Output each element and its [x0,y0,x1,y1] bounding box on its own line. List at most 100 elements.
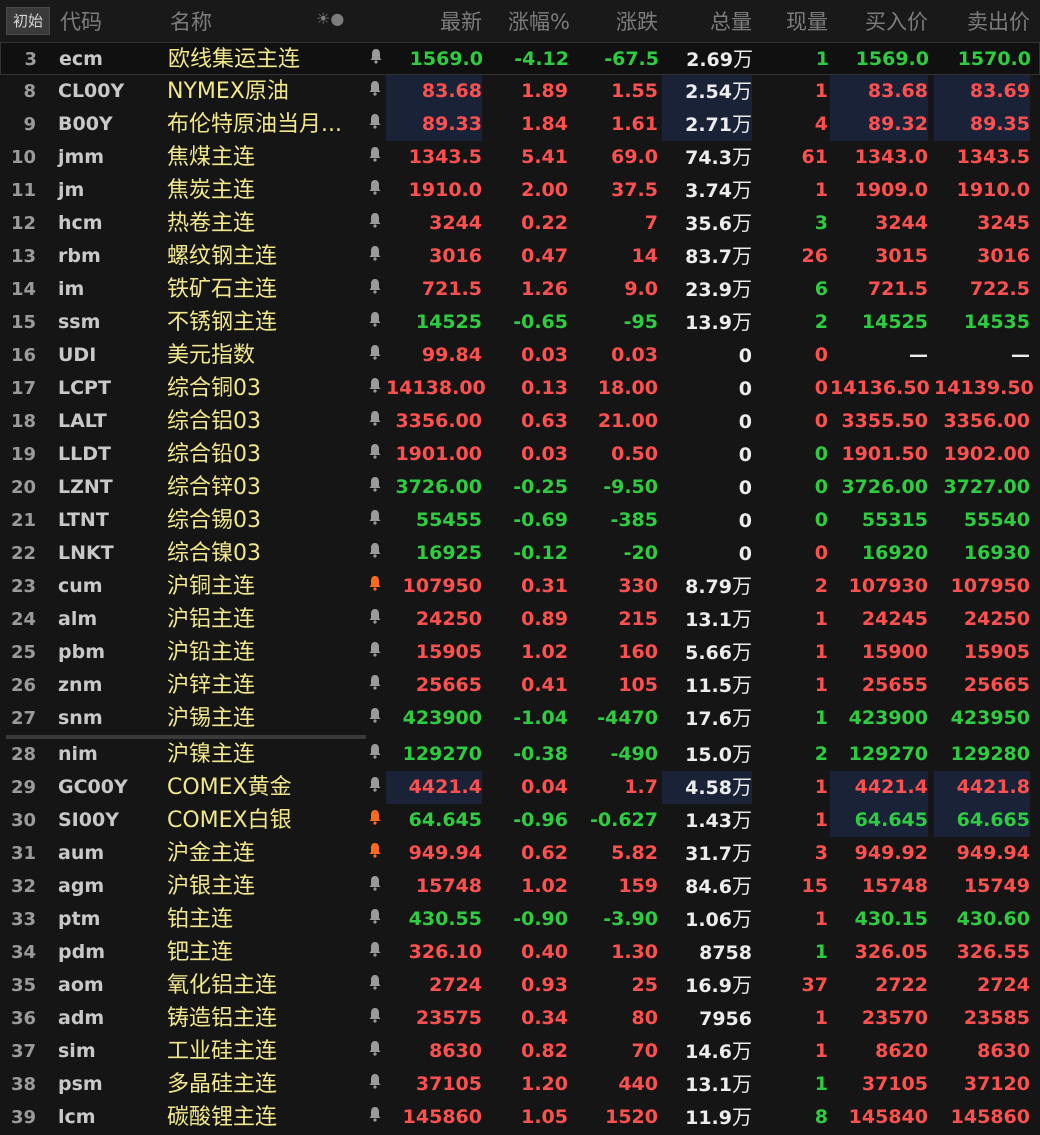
last-price: 3016 [429,245,482,267]
table-row[interactable]: 28 nim 沪镍主连 129270 -0.38 -490 15.0万 2 129270 1292… [0,738,1040,771]
alert-bell-icon[interactable] [366,603,384,636]
table-row[interactable]: 27 snm 沪锡主连 423900 -1.04 -4470 17.6万 1 423900 423… [0,702,1040,735]
alert-bell-icon[interactable] [366,702,384,735]
table-row[interactable]: 10 jmm 焦煤主连 1343.5 5.41 69.0 74.3万 61 1343.0 1343… [0,141,1040,174]
table-row[interactable]: 38 psm 多晶硅主连 37105 1.20 440 13.1万 1 37105 37120 [0,1068,1040,1101]
symbol-code: B00Y [58,113,113,135]
symbol-name: 不锈钢主连 [167,310,278,335]
alert-bell-icon[interactable] [366,936,384,969]
volume-value: 0 [738,378,752,400]
table-row[interactable]: 33 ptm 铂主连 430.55 -0.90 -3.90 1.06万 1 430.15 430.… [0,903,1040,936]
current-volume: 2 [814,743,828,765]
alert-bell-icon[interactable] [367,43,385,76]
table-row[interactable]: 24 alm 沪铝主连 24250 0.89 215 13.1万 1 24245 24250 [0,603,1040,636]
alert-bell-icon[interactable] [366,174,384,207]
volume-unit: 万 [732,244,752,268]
table-row[interactable]: 14 im 铁矿石主连 721.5 1.26 9.0 23.9万 6 721.5 722.5 [0,273,1040,306]
table-row[interactable]: 20 LZNT 综合锌03 3726.00 -0.25 -9.50 0 0 3726.00 372… [0,471,1040,504]
alert-bell-icon[interactable] [366,1068,384,1101]
last-price: 37105 [415,1073,482,1095]
table-row[interactable]: 3 ecm 欧线集运主连 1569.0 -4.12 -67.5 2.69万 1 1569.0 15… [0,42,1040,75]
alert-bell-icon[interactable] [366,1002,384,1035]
table-row[interactable]: 34 pdm 钯主连 326.10 0.40 1.30 8758 1 326.05 326.55 [0,936,1040,969]
total-volume: 3.74万 [662,174,752,207]
total-volume: 23.9万 [662,273,752,306]
alert-bell-icon[interactable] [366,75,384,108]
alert-bell-icon[interactable] [366,438,384,471]
table-row[interactable]: 9 B00Y 布伦特原油当月... 89.33 1.84 1.61 2.71万 4 89.32 8… [0,108,1040,141]
total-volume: 0 [662,372,752,405]
header-chg[interactable]: 涨跌 [570,6,658,36]
alert-bell-icon[interactable] [366,471,384,504]
volume-value: 83.7 [685,246,732,268]
alert-bell-icon[interactable] [366,405,384,438]
reset-button[interactable]: 初始 [6,7,50,35]
last-price: 423900 [402,707,482,729]
table-row[interactable]: 35 aom 氧化铝主连 2724 0.93 25 16.9万 37 2722 2724 [0,969,1040,1002]
table-row[interactable]: 13 rbm 螺纹钢主连 3016 0.47 14 83.7万 26 3015 3016 [0,240,1040,273]
alert-bell-icon[interactable] [366,870,384,903]
table-row[interactable]: 37 sim 工业硅主连 8630 0.82 70 14.6万 1 8620 8630 [0,1035,1040,1068]
table-row[interactable]: 17 LCPT 综合铜03 14138.00 0.13 18.00 0 0 14136.50 14… [0,372,1040,405]
alert-bell-icon[interactable] [366,273,384,306]
header-now[interactable]: 现量 [760,6,828,36]
table-row[interactable]: 21 LTNT 综合锡03 55455 -0.69 -385 0 0 55315 55540 [0,504,1040,537]
table-row[interactable]: 23 cum 沪铜主连 107950 0.31 330 8.79万 2 107930 107950 [0,570,1040,603]
header-ask[interactable]: 卖出价 [934,6,1030,36]
symbol-name: COMEX白银 [167,808,292,833]
alert-bell-icon[interactable] [366,804,384,837]
alert-bell-icon[interactable] [366,969,384,1002]
table-row[interactable]: 12 hcm 热卷主连 3244 0.22 7 35.6万 3 3244 3245 [0,207,1040,240]
row-index: 38 [10,1074,36,1095]
table-row[interactable]: 18 LALT 综合铝03 3356.00 0.63 21.00 0 0 3355.50 3356… [0,405,1040,438]
symbol-code: hcm [58,212,103,234]
alert-bell-icon[interactable] [366,207,384,240]
symbol-name: 铸造铝主连 [167,1006,278,1031]
header-pct[interactable]: 涨幅% [486,6,570,36]
alert-bell-icon[interactable] [366,903,384,936]
alert-bell-icon[interactable] [366,141,384,174]
header-code[interactable]: 代码 [60,6,102,36]
alert-bell-icon[interactable] [366,771,384,804]
table-row[interactable]: 36 adm 铸造铝主连 23575 0.34 80 7956 1 23570 23585 [0,1002,1040,1035]
table-row[interactable]: 19 LLDT 综合铅03 1901.00 0.03 0.50 0 0 1901.50 1902.… [0,438,1040,471]
symbol-name: 热卷主连 [167,211,256,236]
alert-bell-icon[interactable] [366,837,384,870]
alert-bell-icon[interactable] [366,372,384,405]
header-last[interactable]: 最新 [386,6,482,36]
alert-bell-icon[interactable] [366,669,384,702]
table-row[interactable]: 26 znm 沪锌主连 25665 0.41 105 11.5万 1 25655 25665 [0,669,1040,702]
table-row[interactable]: 39 lcm 碳酸锂主连 145860 1.05 1520 11.9万 8 145840 1458… [0,1101,1040,1134]
alert-bell-icon[interactable] [366,504,384,537]
alert-bell-icon[interactable] [366,636,384,669]
header-name[interactable]: 名称 [170,6,212,36]
table-row[interactable]: 8 CL00Y NYMEX原油 83.68 1.89 1.55 2.54万 1 83.68 83.… [0,75,1040,108]
alert-bell-icon[interactable] [366,339,384,372]
alert-bell-icon[interactable] [366,1101,384,1134]
row-index: 31 [10,843,36,864]
table-row[interactable]: 31 aum 沪金主连 949.94 0.62 5.82 31.7万 3 949.92 949.9… [0,837,1040,870]
alert-bell-icon[interactable] [366,306,384,339]
alert-bell-icon[interactable] [366,537,384,570]
volume-value: 15.0 [685,744,732,766]
header-bid[interactable]: 买入价 [830,6,928,36]
table-row[interactable]: 22 LNKT 综合镍03 16925 -0.12 -20 0 0 16920 16930 [0,537,1040,570]
alert-bell-icon[interactable] [366,108,384,141]
symbol-code: GC00Y [58,776,128,798]
table-row[interactable]: 11 jm 焦炭主连 1910.0 2.00 37.5 3.74万 1 1909.0 1910.0 [0,174,1040,207]
symbol-name: 沪铅主连 [167,640,256,665]
alert-bell-icon[interactable] [366,570,384,603]
table-row[interactable]: 25 pbm 沪铅主连 15905 1.02 160 5.66万 1 15900 15905 [0,636,1040,669]
total-volume: 0 [662,471,752,504]
header-vol[interactable]: 总量 [662,6,752,36]
alert-bell-icon[interactable] [366,738,384,771]
table-row[interactable]: 16 UDI 美元指数 99.84 0.03 0.03 0 0 — — [0,339,1040,372]
alert-bell-icon[interactable] [366,240,384,273]
table-row[interactable]: 30 SI00Y COMEX白银 64.645 -0.96 -0.627 1.43万 1 64.… [0,804,1040,837]
table-row[interactable]: 29 GC00Y COMEX黄金 4421.4 0.04 1.7 4.58万 1 4421.4 4… [0,771,1040,804]
alert-bell-icon[interactable] [366,1035,384,1068]
bid-price: 107930 [848,575,928,597]
table-row[interactable]: 15 ssm 不锈钢主连 14525 -0.65 -95 13.9万 2 14525 14535 [0,306,1040,339]
table-row[interactable]: 32 agm 沪银主连 15748 1.02 159 84.6万 15 15748 15749 [0,870,1040,903]
header-settings-icon[interactable]: ☀● [316,9,344,28]
